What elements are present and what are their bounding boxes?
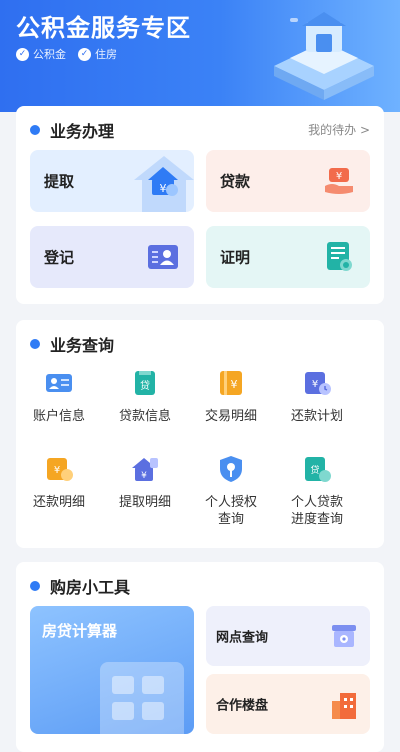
query-item-label: 交易明细 [204,409,257,424]
svg-text:¥: ¥ [231,378,238,391]
section-title-label: 业务办理 [50,122,115,141]
section-title: 业务办理 [30,118,114,142]
tag-label: 住房 [95,48,117,61]
query-section: 业务查询 账户信息 贷 贷款信息 ¥ 交易明细 ¥ 还款计划 ¥ 还款明细 ¥ … [16,320,384,548]
query-item-label: 还款明细 [32,495,85,510]
ledger-yuan-icon: ¥ [220,371,242,395]
calculator-illustration [100,662,184,734]
check-icon: ✓ [16,47,29,61]
account-card-icon [46,374,72,392]
svg-text:贷: 贷 [310,464,319,476]
query-item-authorization[interactable]: 个人授权 查询 [188,454,274,528]
query-item-loan-info[interactable]: 贷 贷款信息 [102,368,188,425]
section-title: 业务查询 [30,332,114,356]
withdraw-detail-icon: ¥ [132,458,158,481]
loan-doc-icon: 贷 [135,371,155,395]
section-title: 购房小工具 [30,574,130,598]
tile-label: 证明 [220,248,251,267]
section-title-label: 购房小工具 [50,578,131,597]
check-icon: ✓ [78,47,91,61]
mortgage-calculator-card[interactable]: 房贷计算器 [30,606,194,734]
house-platform-illustration [274,12,374,100]
tile-certificate[interactable]: 证明 [206,226,370,288]
tile-label: 登记 [44,248,75,267]
query-item-account[interactable]: 账户信息 [16,368,102,425]
hand-yuan-icon: ¥ [325,168,353,194]
header-banner: 公积金服务专区 ✓ 公积金 ✓ 住房 [0,0,400,112]
dot-icon [30,125,40,135]
building-icon [332,693,356,719]
tile-withdraw[interactable]: 提取 ¥ [30,150,194,212]
svg-text:¥: ¥ [54,465,60,476]
query-item-label: 贷款信息 [118,409,171,424]
house-yuan-icon: ¥ [148,167,178,196]
tools-section: 购房小工具 房贷计算器 网点查询 合作楼盘 [16,562,384,752]
tag-housing: ✓ 住房 [78,46,117,62]
query-item-label: 个人授权 查询 [204,495,257,527]
header-tags: ✓ 公积金 ✓ 住房 [16,46,117,62]
dot-icon [30,339,40,349]
query-item-withdraw-detail[interactable]: ¥ 提取明细 [102,454,188,511]
tool-label: 网点查询 [216,630,269,646]
query-item-label: 账户信息 [32,409,85,424]
id-card-icon [148,245,178,269]
loan-progress-icon: 贷 [305,457,331,482]
business-section: 业务办理 我的待办 > 提取 ¥ 贷款 ¥ 登记 证明 [16,106,384,304]
section-title-label: 业务查询 [50,336,115,355]
partner-housing-button[interactable]: 合作楼盘 [206,674,370,734]
svg-text:贷: 贷 [140,379,150,392]
query-item-label: 提取明细 [118,495,171,510]
repay-plan-icon: ¥ [305,372,331,395]
tile-label: 贷款 [220,172,251,191]
query-item-repay-detail[interactable]: ¥ 还款明细 [16,454,102,511]
svg-text:¥: ¥ [336,171,342,182]
query-item-label: 还款计划 [290,409,343,424]
my-todo-link[interactable]: 我的待办 > [308,121,370,138]
query-item-repay-plan[interactable]: ¥ 还款计划 [274,368,360,425]
dot-icon [30,581,40,591]
tag-gjj: ✓ 公积金 [16,46,66,62]
page-title: 公积金服务专区 [16,14,191,42]
svg-text:¥: ¥ [312,379,318,390]
tool-label: 合作楼盘 [216,698,269,714]
branch-store-icon [332,625,356,647]
branch-query-button[interactable]: 网点查询 [206,606,370,666]
query-item-label: 个人贷款 进度查询 [290,495,343,527]
tile-label: 提取 [44,172,75,191]
svg-text:¥: ¥ [141,471,147,481]
repay-detail-icon: ¥ [47,458,73,481]
tile-loan[interactable]: 贷款 ¥ [206,150,370,212]
shield-key-icon [220,456,242,482]
query-item-transactions[interactable]: ¥ 交易明细 [188,368,274,425]
tile-register[interactable]: 登记 [30,226,194,288]
svg-text:¥: ¥ [160,182,167,195]
tag-label: 公积金 [33,48,66,61]
certificate-icon [327,242,352,271]
query-item-loan-progress[interactable]: 贷 个人贷款 进度查询 [274,454,360,528]
